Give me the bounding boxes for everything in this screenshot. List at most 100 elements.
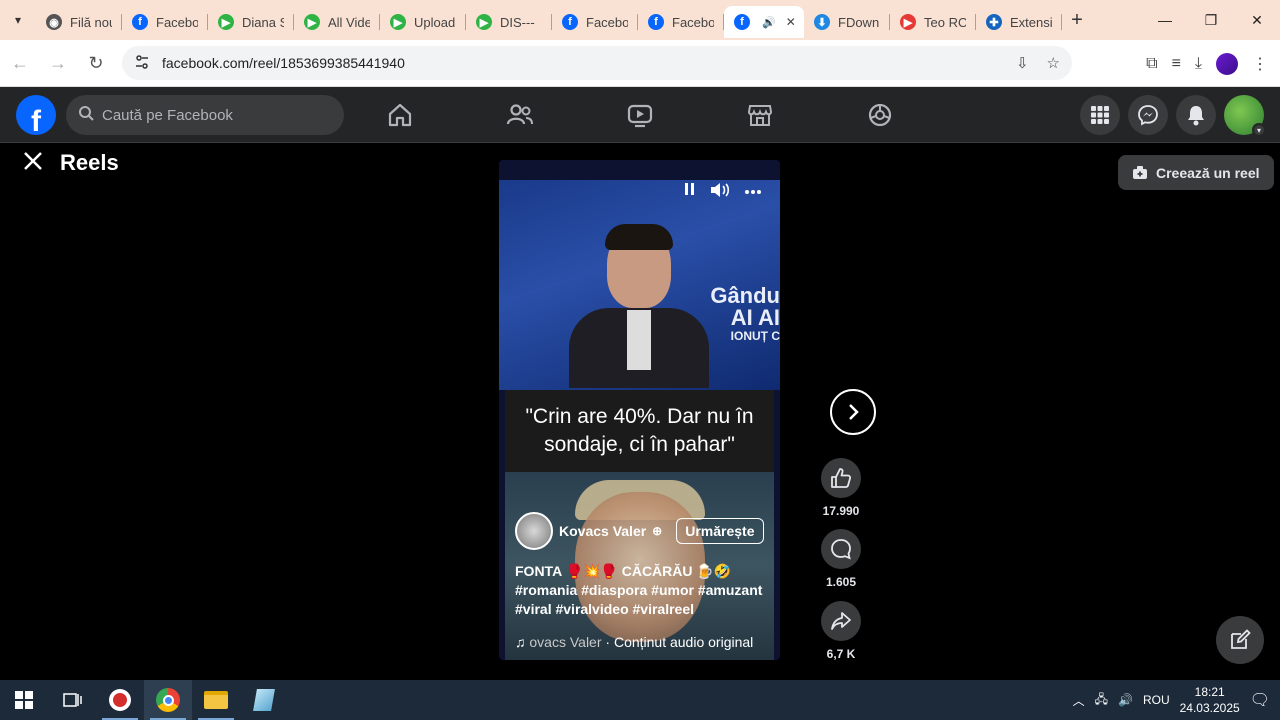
new-message-button[interactable] <box>1216 616 1264 664</box>
video-icon <box>627 104 653 128</box>
volume-icon[interactable] <box>710 182 730 203</box>
account-avatar[interactable]: ▾ <box>1224 95 1266 137</box>
maximize-button[interactable]: ❐ <box>1188 0 1234 40</box>
browser-tab[interactable]: ▶ Upload <box>380 6 466 38</box>
speaker-icon[interactable]: 🔊 <box>1118 693 1133 707</box>
record-icon <box>109 689 131 711</box>
notepad-icon <box>253 689 275 711</box>
channel-watermark: Gându AI AI IONUȚ C <box>710 283 780 344</box>
browser-tab[interactable]: ▶ Diana S <box>208 6 294 38</box>
clock[interactable]: 18:21 24.03.2025 <box>1180 684 1240 716</box>
comment-button[interactable] <box>821 529 861 569</box>
like-button[interactable] <box>821 458 861 498</box>
browser-tab[interactable]: f 🔊 ✕ <box>724 6 804 38</box>
folder-icon <box>204 691 228 709</box>
taskbar-recorder-app[interactable] <box>96 680 144 720</box>
tab-label: Extensi <box>1010 14 1052 30</box>
browser-tab[interactable]: f Facebo <box>638 6 724 38</box>
browser-tab[interactable]: ▶ DIS--- <box>466 6 552 38</box>
tab-label: FDown <box>838 14 880 30</box>
browser-tab[interactable]: ◉ Filă nou <box>36 6 122 38</box>
reel-caption[interactable]: FONTA 🥊💥🥊 CĂCĂRĂU 🍺🤣 #romania #diaspora … <box>515 562 770 619</box>
tab-favicon-icon: ⬇ <box>814 14 830 30</box>
audio-label: Conținut audio original <box>613 634 754 650</box>
search-placeholder: Caută pe Facebook <box>102 106 233 124</box>
author-row: Kovacs Valer ⊕ Urmărește <box>515 512 764 550</box>
bell-icon <box>1188 106 1204 126</box>
new-tab-button[interactable]: + <box>1062 9 1092 32</box>
create-reel-label: Creează un reel <box>1156 164 1260 181</box>
nav-gaming[interactable] <box>820 87 940 143</box>
share-button[interactable] <box>821 601 861 641</box>
browser-tab[interactable]: ⬇ FDown <box>804 6 890 38</box>
facebook-search-input[interactable]: Caută pe Facebook <box>66 95 344 135</box>
tab-favicon-icon: ▶ <box>900 14 916 30</box>
next-reel-button[interactable] <box>830 389 876 435</box>
site-info-icon[interactable] <box>134 54 150 73</box>
messenger-button[interactable] <box>1128 95 1168 135</box>
search-icon <box>78 105 94 126</box>
close-icon <box>24 152 42 170</box>
profile-avatar[interactable] <box>1216 52 1238 75</box>
browser-tab[interactable]: ▶ Teo RO <box>890 6 976 38</box>
minimize-button[interactable]: — <box>1142 0 1188 40</box>
taskbar-notes-app[interactable] <box>240 680 288 720</box>
nav-friends[interactable] <box>460 87 580 143</box>
share-action: 6,7 K <box>812 601 870 661</box>
audio-info[interactable]: ♫ ovacs Valer · Conținut audio original <box>515 634 753 650</box>
address-bar[interactable]: facebook.com/reel/1853699385441940 ⇩ ☆ <box>122 46 1072 80</box>
start-button[interactable] <box>0 680 48 720</box>
network-icon[interactable]: 🖧 <box>1095 690 1108 711</box>
system-tray: ︿ 🖧 🔊 ROU 18:21 24.03.2025 🗨 <box>1073 680 1280 720</box>
install-app-icon[interactable]: ⇩ <box>1016 54 1029 72</box>
close-reels-button[interactable] <box>20 150 46 176</box>
media-control-icon[interactable]: ≡ <box>1172 55 1181 73</box>
close-window-button[interactable]: ✕ <box>1234 0 1280 40</box>
tab-label: All Vide <box>328 14 370 30</box>
compose-icon <box>1231 629 1251 649</box>
like-action: 17.990 <box>812 458 870 518</box>
follow-button[interactable]: Urmărește <box>676 518 764 544</box>
nav-video[interactable] <box>580 87 700 143</box>
grid-icon <box>1091 106 1109 124</box>
menu-grid-button[interactable] <box>1080 95 1120 135</box>
create-reel-button[interactable]: Creează un reel <box>1118 155 1274 190</box>
nav-home[interactable] <box>340 87 460 143</box>
friends-icon <box>506 104 533 125</box>
browser-tab[interactable]: f Facebo <box>552 6 638 38</box>
input-language[interactable]: ROU <box>1143 693 1170 707</box>
browser-tab[interactable]: f Facebo <box>122 6 208 38</box>
browser-tab[interactable]: ✚ Extensi <box>976 6 1062 38</box>
author-avatar[interactable] <box>515 512 553 550</box>
taskbar-explorer-app[interactable] <box>192 680 240 720</box>
share-count: 6,7 K <box>826 647 856 661</box>
chrome-icon <box>156 688 180 712</box>
tab-favicon-icon: ▶ <box>218 14 234 30</box>
chevron-up-icon[interactable]: ︿ <box>1073 692 1085 709</box>
bookmark-star-icon[interactable]: ☆ <box>1047 54 1060 72</box>
tab-search-button[interactable]: ▾ <box>0 0 36 40</box>
author-name[interactable]: Kovacs Valer <box>559 523 646 539</box>
more-options-icon[interactable] <box>744 182 762 203</box>
tab-audio-icon[interactable]: 🔊 <box>762 16 776 29</box>
reload-button[interactable]: ↻ <box>78 45 114 81</box>
tab-close-icon[interactable]: ✕ <box>786 15 796 29</box>
nav-marketplace[interactable] <box>700 87 820 143</box>
downloads-icon[interactable]: ⤓ <box>1195 55 1202 73</box>
extensions-icon[interactable]: ⧉ <box>1146 55 1157 73</box>
tab-favicon-icon: ▶ <box>304 14 320 30</box>
url-text: facebook.com/reel/1853699385441940 <box>162 55 405 71</box>
browser-menu-icon[interactable]: ⋮ <box>1252 54 1268 74</box>
reel-video-player[interactable]: Gându AI AI IONUȚ C "Crin are 40%. Dar n… <box>499 160 780 660</box>
browser-tab[interactable]: ▶ All Vide <box>294 6 380 38</box>
back-button[interactable]: ← <box>2 45 38 81</box>
taskbar-chrome-app[interactable] <box>144 680 192 720</box>
notifications-button[interactable] <box>1176 95 1216 135</box>
notification-center-icon[interactable]: 🗨 <box>1250 690 1270 710</box>
globe-icon: ⊕ <box>652 524 663 538</box>
task-view-button[interactable] <box>48 680 96 720</box>
pause-icon[interactable] <box>684 182 696 203</box>
video-quote-text: "Crin are 40%. Dar nu în sondaje, ci în … <box>505 390 774 472</box>
facebook-logo-icon[interactable]: f <box>16 95 56 135</box>
forward-button[interactable]: → <box>40 45 76 81</box>
